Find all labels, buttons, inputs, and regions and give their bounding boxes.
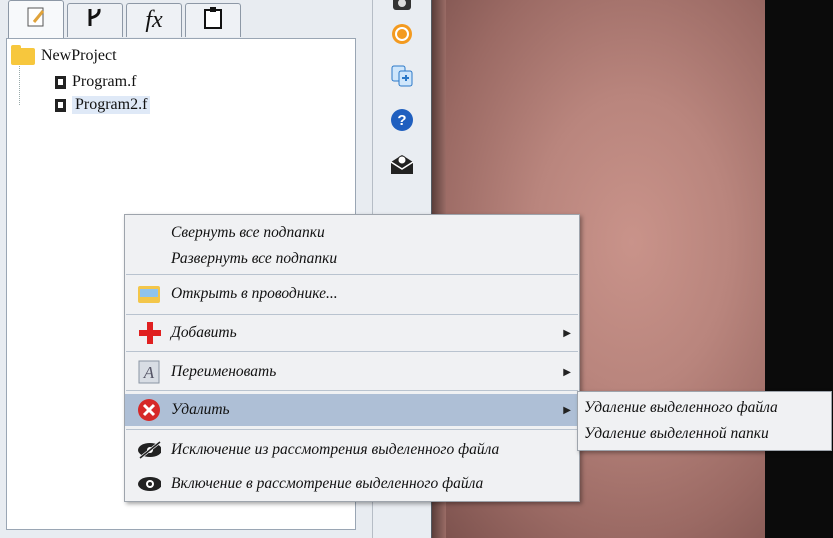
menu-item-label: Свернуть все подпапки bbox=[171, 224, 325, 241]
help-icon[interactable]: ? bbox=[389, 107, 415, 133]
camera-icon[interactable] bbox=[389, 0, 415, 14]
add-icon bbox=[137, 321, 161, 345]
menu-item-label: Исключение из рассмотрения выделенного ф… bbox=[171, 441, 500, 458]
notepad-icon bbox=[26, 6, 46, 33]
submenu-arrow-icon: ▶ bbox=[563, 404, 571, 416]
mail-icon[interactable] bbox=[389, 151, 415, 177]
menu-item-delete[interactable]: Удалить ▶ bbox=[125, 394, 579, 426]
file-icon bbox=[55, 75, 66, 89]
submenu-arrow-icon: ▶ bbox=[563, 366, 571, 378]
menu-item-label: Открыть в проводнике... bbox=[171, 285, 338, 302]
function-icon: fx bbox=[145, 7, 163, 33]
svg-text:A: A bbox=[143, 363, 155, 382]
submenu-item-delete-file[interactable]: Удаление выделенного файла bbox=[584, 399, 778, 417]
dark-margin bbox=[765, 0, 833, 538]
tree-file-label: Program.f bbox=[72, 73, 137, 90]
tree-file[interactable]: Program.f bbox=[55, 73, 136, 91]
tab-branch[interactable] bbox=[67, 3, 123, 37]
tab-clipboard[interactable] bbox=[185, 3, 241, 37]
panel-tabs: fx bbox=[0, 0, 372, 38]
menu-item-label: Удалить bbox=[171, 401, 230, 418]
delete-submenu: Удаление выделенного файла Удаление выде… bbox=[577, 391, 832, 451]
tree-file-selected[interactable]: Program2.f bbox=[55, 96, 151, 114]
eye-icon bbox=[137, 472, 161, 496]
tab-files[interactable] bbox=[8, 0, 64, 38]
menu-item-label: Переименовать bbox=[171, 363, 277, 380]
rename-icon: A bbox=[137, 360, 161, 384]
orange-circle-icon[interactable] bbox=[389, 21, 415, 47]
menu-item-label: Включение в рассмотрение выделенного фай… bbox=[171, 475, 484, 492]
menu-item-open-explorer[interactable]: Открыть в проводнике... bbox=[125, 279, 579, 309]
svg-text:?: ? bbox=[397, 112, 406, 129]
clipboard-icon bbox=[202, 6, 224, 35]
menu-item-add[interactable]: Добавить ▶ bbox=[125, 318, 579, 348]
eye-hidden-icon bbox=[137, 438, 161, 462]
menu-item-label: Развернуть все подпапки bbox=[171, 250, 338, 267]
tree-root-label: NewProject bbox=[41, 47, 117, 64]
submenu-arrow-icon: ▶ bbox=[563, 327, 571, 339]
context-menu: Свернуть все подпапки Развернуть все под… bbox=[124, 214, 580, 502]
menu-item-label: Добавить bbox=[171, 324, 237, 341]
tree-file-label: Program2.f bbox=[72, 96, 151, 114]
delete-icon bbox=[137, 398, 161, 422]
tree-root[interactable]: NewProject bbox=[11, 44, 117, 65]
menu-item-exclude-file[interactable]: Исключение из рассмотрения выделенного ф… bbox=[125, 435, 579, 465]
tab-functions[interactable]: fx bbox=[126, 3, 182, 37]
branch-icon bbox=[85, 6, 105, 35]
menu-item-expand-all[interactable]: Развернуть все подпапки bbox=[125, 244, 579, 274]
explorer-icon bbox=[137, 282, 161, 306]
file-icon bbox=[55, 98, 66, 112]
menu-item-rename[interactable]: A Переименовать ▶ bbox=[125, 357, 579, 387]
copy-icon[interactable] bbox=[389, 63, 415, 89]
submenu-item-delete-folder[interactable]: Удаление выделенной папки bbox=[584, 425, 769, 443]
folder-icon bbox=[11, 44, 35, 65]
menu-item-include-file[interactable]: Включение в рассмотрение выделенного фай… bbox=[125, 469, 579, 499]
